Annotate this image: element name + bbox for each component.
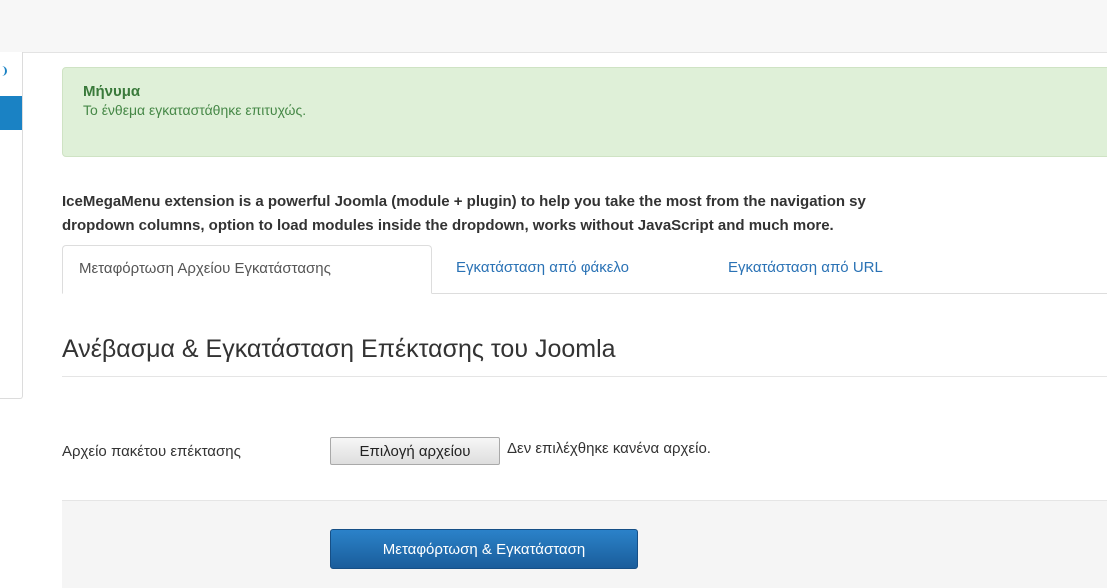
page-title: Ανέβασμα & Εγκατάσταση Επέκτασης του Joo…: [62, 330, 1107, 377]
choose-file-button[interactable]: Επιλογή αρχείου: [330, 437, 500, 465]
sidebar-active-item[interactable]: [0, 96, 22, 130]
alert-heading: Μήνυμα: [83, 83, 141, 100]
install-tabs: Μεταφόρτωση Αρχείου Εγκατάστασης Εγκατάσ…: [62, 245, 1107, 294]
success-alert: Μήνυμα Το ένθεμα εγκαταστάθηκε επιτυχώς.: [62, 67, 1107, 157]
sidebar: [0, 52, 23, 399]
top-bar: [0, 0, 1107, 53]
extension-description: IceMegaMenu extension is a powerful Joom…: [62, 190, 1107, 238]
file-status-text: Δεν επιλέχθηκε κανένα αρχείο.: [507, 440, 711, 457]
form-actions: Μεταφόρτωση & Εγκατάσταση: [62, 500, 1107, 588]
tab-upload-package[interactable]: Μεταφόρτωση Αρχείου Εγκατάστασης: [62, 245, 432, 294]
upload-install-button[interactable]: Μεταφόρτωση & Εγκατάσταση: [330, 529, 638, 569]
alert-message: Το ένθεμα εγκαταστάθηκε επιτυχώς.: [83, 102, 307, 118]
package-file-label: Αρχείο πακέτου επέκτασης: [62, 443, 241, 460]
sidebar-edge-icon: [0, 66, 7, 76]
tab-install-from-url[interactable]: Εγκατάσταση από URL: [712, 245, 899, 292]
tab-install-from-folder[interactable]: Εγκατάσταση από φάκελο: [440, 245, 645, 292]
description-line-2: dropdown columns, option to load modules…: [62, 217, 834, 234]
description-line-1: IceMegaMenu extension is a powerful Joom…: [62, 193, 866, 210]
